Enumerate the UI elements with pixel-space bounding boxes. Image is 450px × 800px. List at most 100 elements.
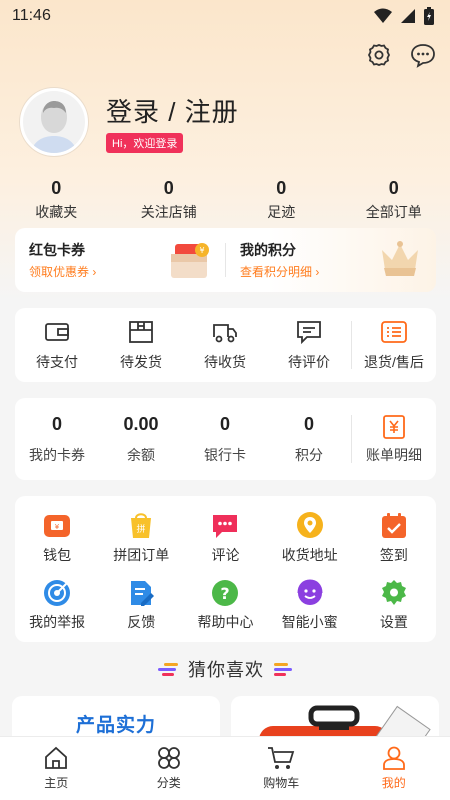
wallet-value: 0 xyxy=(303,413,314,434)
service-label: 签到 xyxy=(379,547,408,563)
header-actions xyxy=(366,42,436,68)
order-pending-receipt[interactable]: 待收货 xyxy=(183,318,267,372)
guess-title: 猜你喜欢 xyxy=(188,660,264,680)
welcome-badge: Hi，欢迎登录 xyxy=(106,132,184,153)
service-label: 评论 xyxy=(211,547,240,563)
service-label: 拼团订单 xyxy=(113,547,170,563)
stat-all-orders[interactable]: 0 全部订单 xyxy=(338,178,450,222)
tab-category[interactable]: 分类 xyxy=(113,737,226,800)
order-returns[interactable]: 退货/售后 xyxy=(352,318,436,372)
stat-label: 全部订单 xyxy=(365,204,422,220)
coupon-title: 红包卡券 xyxy=(29,242,85,258)
order-label: 待发货 xyxy=(120,354,162,370)
service-label: 反馈 xyxy=(127,614,156,630)
guess-you-like-header: 猜你喜欢 xyxy=(0,656,450,682)
login-register-link[interactable]: 登录 / 注册 xyxy=(106,92,239,129)
stat-value: 0 xyxy=(163,178,174,198)
truck-icon xyxy=(213,324,237,343)
coupon-link-text: 领取优惠券 xyxy=(29,265,90,279)
stat-favorites[interactable]: 0 收藏夹 xyxy=(0,178,113,222)
wallet-label: 账单明细 xyxy=(366,447,422,463)
tab-label: 我的 xyxy=(381,776,406,790)
order-pending-review[interactable]: 待评价 xyxy=(267,318,351,372)
wallet-bill-details[interactable]: 账单明细 xyxy=(352,413,436,465)
wallet-label: 我的卡券 xyxy=(29,446,85,463)
stat-value: 0 xyxy=(388,178,399,198)
target-icon xyxy=(44,580,71,606)
stat-value: 0 xyxy=(51,178,62,198)
tab-mine[interactable]: 我的 xyxy=(338,737,450,800)
chat-bubble-icon xyxy=(213,515,238,538)
avatar[interactable] xyxy=(20,88,88,156)
stats-row: 0 收藏夹 0 关注店铺 0 足迹 0 全部订单 xyxy=(0,178,450,222)
stat-label: 足迹 xyxy=(267,204,296,220)
service-checkin[interactable]: 签到 xyxy=(352,512,436,565)
wallet-outline-icon xyxy=(45,323,69,341)
wallet-points[interactable]: 0 积分 xyxy=(267,414,351,465)
return-list-icon xyxy=(381,321,407,343)
red-envelope-icon: ¥ xyxy=(171,243,209,278)
service-label: 设置 xyxy=(379,614,408,630)
orders-card: 待支付 待发货 待收货 待评价 退货/售后 xyxy=(15,308,436,382)
stat-followed-shops[interactable]: 0 关注店铺 xyxy=(113,178,226,222)
tab-home[interactable]: 主页 xyxy=(0,737,113,800)
home-icon xyxy=(45,746,68,769)
order-pending-payment[interactable]: 待支付 xyxy=(15,318,99,372)
wallet-value: 0.00 xyxy=(123,413,159,434)
stat-footprints[interactable]: 0 足迹 xyxy=(225,178,338,222)
points-link-text: 查看积分明细 xyxy=(240,265,313,279)
services-card: ¥ 钱包 拼 拼团订单 评论 收货地址 签到 我的举报 反馈 ? 帮助中心 智能… xyxy=(15,496,436,642)
order-label: 待收货 xyxy=(204,354,246,370)
service-wallet[interactable]: ¥ 钱包 xyxy=(15,512,99,565)
status-bar: 11:46 xyxy=(0,0,450,32)
service-feedback[interactable]: 反馈 xyxy=(99,579,183,632)
cart-icon xyxy=(268,747,295,769)
points-link[interactable]: 查看积分明细 › xyxy=(240,263,319,280)
service-group-orders[interactable]: 拼 拼团订单 xyxy=(99,512,183,565)
wallet-icon: ¥ xyxy=(44,515,71,537)
signal-icon xyxy=(401,9,415,23)
service-smart-assistant[interactable]: 智能小蜜 xyxy=(268,579,352,632)
service-address[interactable]: 收货地址 xyxy=(268,512,352,565)
message-icon[interactable] xyxy=(410,42,436,68)
category-icon xyxy=(157,747,180,769)
wallet-balance[interactable]: 0.00 余额 xyxy=(99,414,183,465)
calendar-check-icon xyxy=(381,513,406,538)
coupon-link[interactable]: 领取优惠券 › xyxy=(29,263,96,280)
wallet-label: 余额 xyxy=(127,446,155,463)
gear-icon[interactable] xyxy=(366,42,392,68)
stat-value: 0 xyxy=(276,178,287,198)
assistant-icon xyxy=(297,579,323,605)
svg-text:?: ? xyxy=(221,584,230,603)
crown-icon xyxy=(382,241,418,276)
group-buy-icon: 拼 xyxy=(131,513,152,538)
service-reports[interactable]: 我的举报 xyxy=(15,579,99,632)
promo-card: 红包卡券 领取优惠券 › ¥ 我的积分 查看积分明细 › xyxy=(15,228,436,292)
service-label: 智能小蜜 xyxy=(281,614,338,630)
service-settings[interactable]: 设置 xyxy=(352,579,436,632)
service-help-center[interactable]: ? 帮助中心 xyxy=(183,579,267,632)
service-label: 钱包 xyxy=(43,547,72,563)
order-pending-shipment[interactable]: 待发货 xyxy=(99,318,183,372)
service-label: 收货地址 xyxy=(281,547,338,563)
decoration-right-icon xyxy=(274,662,292,676)
points-promo[interactable]: 我的积分 查看积分明细 › xyxy=(226,228,436,292)
comment-icon xyxy=(297,321,321,345)
stat-label: 关注店铺 xyxy=(140,204,197,220)
profile-section[interactable]: 登录 / 注册 Hi，欢迎登录 xyxy=(20,88,239,156)
settings-gear-icon xyxy=(381,580,406,605)
status-icons xyxy=(374,7,434,25)
help-icon: ? xyxy=(212,580,239,606)
bill-icon xyxy=(383,415,405,439)
wallet-coupons[interactable]: 0 我的卡券 xyxy=(15,414,99,465)
service-comments[interactable]: 评论 xyxy=(183,512,267,565)
points-title: 我的积分 xyxy=(240,242,296,258)
default-avatar-icon xyxy=(23,91,85,153)
coupon-promo[interactable]: 红包卡券 领取优惠券 › ¥ xyxy=(15,228,225,292)
service-label: 我的举报 xyxy=(29,614,86,630)
svg-text:¥: ¥ xyxy=(55,523,60,531)
stat-label: 收藏夹 xyxy=(35,204,78,220)
tab-cart[interactable]: 购物车 xyxy=(225,737,338,800)
order-label: 待评价 xyxy=(288,354,330,370)
wallet-bank-cards[interactable]: 0 银行卡 xyxy=(183,414,267,465)
